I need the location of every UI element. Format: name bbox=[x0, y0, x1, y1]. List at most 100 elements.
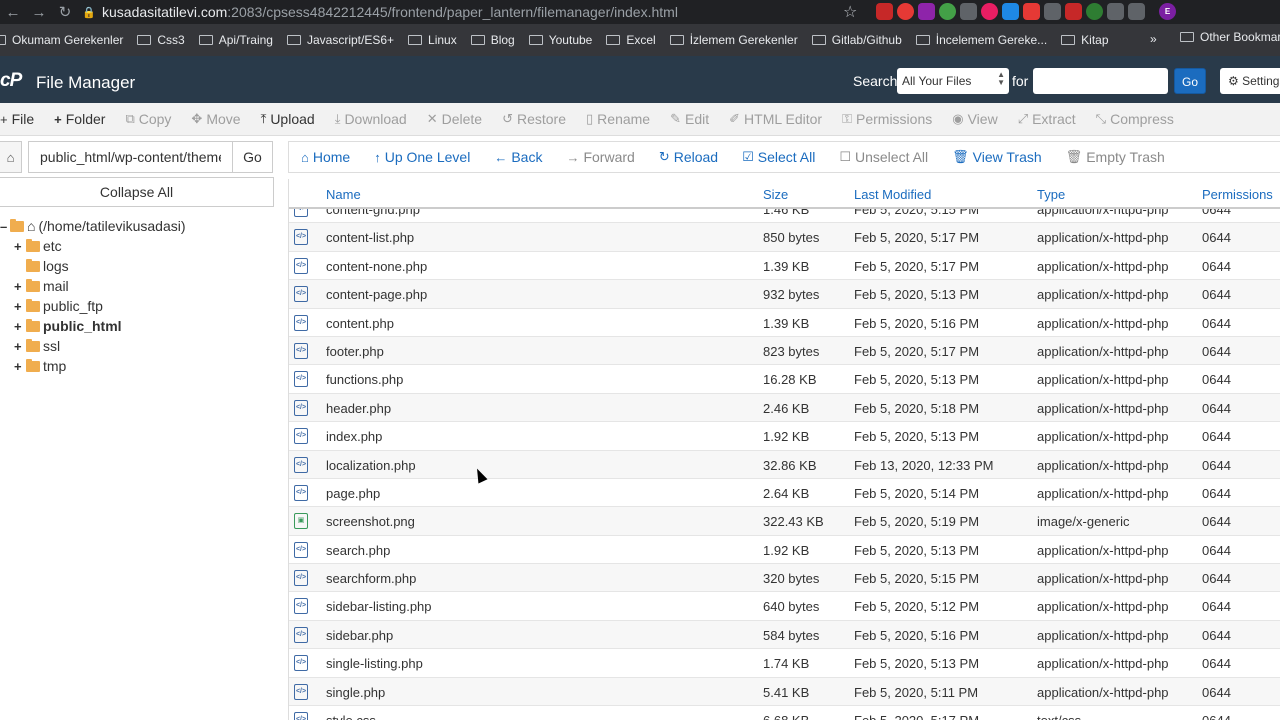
html-editor-button[interactable]: ✐ HTML Editor bbox=[729, 111, 822, 127]
table-row[interactable]: </> content.php 1.39 KB Feb 5, 2020, 5:16 P… bbox=[289, 309, 1280, 337]
edit-button[interactable]: ✎ Edit bbox=[670, 111, 709, 127]
collapse-all-button[interactable]: Collapse All bbox=[0, 177, 274, 207]
table-row[interactable]: ▣ screenshot.png 322.43 KB Feb 5, 2020, 5:1… bbox=[289, 507, 1280, 536]
tree-item-etc[interactable]: + etc bbox=[14, 236, 186, 256]
collapse-icon[interactable]: – bbox=[0, 219, 10, 234]
other-bookmarks-folder[interactable]: Other Bookmarks bbox=[1180, 30, 1280, 44]
extension-icon[interactable] bbox=[981, 3, 998, 20]
file-name[interactable]: search.php bbox=[326, 543, 390, 558]
bookmark-folder[interactable]: Gitlab/Github bbox=[811, 33, 902, 47]
file-name[interactable]: content-none.php bbox=[326, 259, 427, 274]
file-name[interactable]: content-page.php bbox=[326, 287, 427, 302]
file-name[interactable]: content-list.php bbox=[326, 230, 414, 245]
expand-icon[interactable]: + bbox=[14, 319, 26, 334]
rename-button[interactable]: ▯ Rename bbox=[586, 111, 650, 127]
permissions-button[interactable]: ⚿ Permissions bbox=[842, 111, 932, 127]
delete-button[interactable]: ✕ Delete bbox=[427, 111, 482, 127]
extension-icon[interactable] bbox=[1107, 3, 1124, 20]
address-field[interactable]: 🔒 kusadasitatilevi.com:2083/cpsess484221… bbox=[82, 0, 882, 24]
search-input[interactable] bbox=[1033, 68, 1168, 94]
table-row[interactable]: </> sidebar.php 584 bytes Feb 5, 2020, 5:16… bbox=[289, 620, 1280, 650]
table-row[interactable]: </> search.php 1.92 KB Feb 5, 2020, 5:13 PM… bbox=[289, 536, 1280, 565]
file-name[interactable]: single-listing.php bbox=[326, 656, 423, 671]
move-button[interactable]: ✥ Move bbox=[191, 111, 240, 127]
table-row[interactable]: </> index.php 1.92 KB Feb 5, 2020, 5:13 PM a… bbox=[289, 422, 1280, 451]
camera-icon[interactable] bbox=[960, 3, 977, 20]
back-button[interactable]: ← Back bbox=[494, 149, 542, 165]
extension-icon[interactable] bbox=[1002, 3, 1019, 20]
table-row[interactable]: </> searchform.php 320 bytes Feb 5, 2020, 5… bbox=[289, 564, 1280, 593]
file-name[interactable]: footer.php bbox=[326, 344, 384, 359]
bookmark-folder[interactable]: İzlemem Gerekenler bbox=[669, 33, 798, 47]
file-name[interactable]: sidebar.php bbox=[326, 628, 393, 643]
file-name[interactable]: style.css bbox=[326, 713, 376, 720]
path-go-button[interactable]: Go bbox=[233, 141, 273, 173]
compress-button[interactable]: ⤡ Compress bbox=[1096, 111, 1174, 127]
table-row[interactable]: </> content-list.php 850 bytes Feb 5, 2020,… bbox=[289, 223, 1280, 252]
bookmark-folder[interactable]: Okumam Gerekenler bbox=[0, 33, 123, 47]
expand-icon[interactable]: + bbox=[14, 239, 26, 254]
table-row[interactable]: </> content-page.php 932 bytes Feb 5, 2020,… bbox=[289, 280, 1280, 309]
tree-root[interactable]: – ⌂ (/home/tatilevikusadasi) bbox=[0, 216, 186, 236]
bookmark-folder[interactable]: Blog bbox=[470, 33, 515, 47]
search-go-button[interactable]: Go bbox=[1174, 68, 1206, 94]
tree-item-ssl[interactable]: + ssl bbox=[14, 336, 186, 356]
profile-avatar[interactable]: E bbox=[1159, 3, 1176, 20]
bookmark-folder[interactable]: Api/Traing bbox=[198, 33, 273, 47]
empty-trash-button[interactable]: 🗑 Empty Trash bbox=[1066, 149, 1165, 165]
file-name[interactable]: searchform.php bbox=[326, 571, 416, 586]
table-row[interactable]: </> localization.php 32.86 KB Feb 13, 2020,… bbox=[289, 450, 1280, 479]
home-button[interactable]: ⌂ Home bbox=[301, 149, 350, 165]
bookmark-folder[interactable]: İncelemem Gereke... bbox=[915, 33, 1047, 47]
file-name[interactable]: screenshot.png bbox=[326, 514, 415, 529]
tree-item-public-ftp[interactable]: + public_ftp bbox=[14, 296, 186, 316]
column-header-modified[interactable]: Last Modified bbox=[854, 187, 931, 202]
select-all-button[interactable]: ☑ Select All bbox=[742, 149, 815, 165]
table-row[interactable]: </> functions.php 16.28 KB Feb 5, 2020, 5:1… bbox=[289, 365, 1280, 394]
file-name[interactable]: page.php bbox=[326, 486, 380, 501]
tree-item-public-html[interactable]: + public_html bbox=[14, 316, 186, 336]
cpanel-logo[interactable]: cP bbox=[0, 70, 22, 92]
browser-back-icon[interactable]: ← bbox=[0, 4, 26, 21]
upload-button[interactable]: ⤒ Upload bbox=[261, 111, 315, 127]
download-button[interactable]: ⤓ Download bbox=[335, 111, 407, 127]
extension-icon[interactable] bbox=[1128, 3, 1145, 20]
view-trash-button[interactable]: 🗑 View Trash bbox=[952, 149, 1042, 165]
view-button[interactable]: ◉ View bbox=[952, 111, 997, 127]
file-name[interactable]: index.php bbox=[326, 429, 382, 444]
table-row[interactable]: </> header.php 2.46 KB Feb 5, 2020, 5:18 PM… bbox=[289, 393, 1280, 423]
column-header-permissions[interactable]: Permissions bbox=[1202, 187, 1273, 202]
browser-forward-icon[interactable]: → bbox=[26, 4, 52, 21]
tree-item-tmp[interactable]: + tmp bbox=[14, 356, 186, 376]
file-name[interactable]: sidebar-listing.php bbox=[326, 599, 432, 614]
extension-icon[interactable] bbox=[1065, 3, 1082, 20]
column-header-size[interactable]: Size bbox=[763, 187, 788, 202]
file-name[interactable]: functions.php bbox=[326, 372, 403, 387]
bookmark-folder[interactable]: Css3 bbox=[137, 33, 185, 47]
file-name[interactable]: localization.php bbox=[326, 458, 416, 473]
expand-icon[interactable]: + bbox=[14, 339, 26, 354]
column-header-type[interactable]: Type bbox=[1037, 187, 1065, 202]
unselect-all-button[interactable]: ☐ Unselect All bbox=[839, 149, 928, 165]
bookmarks-overflow-button[interactable]: » bbox=[1150, 32, 1157, 46]
extension-icon[interactable] bbox=[1044, 3, 1061, 20]
extract-button[interactable]: ⤢ Extract bbox=[1018, 111, 1076, 127]
tree-item-logs[interactable]: logs bbox=[14, 256, 186, 276]
bookmark-folder[interactable]: Youtube bbox=[528, 33, 592, 47]
home-icon[interactable]: ⌂ bbox=[0, 141, 22, 173]
file-name[interactable]: single.php bbox=[326, 685, 385, 700]
tree-item-mail[interactable]: + mail bbox=[14, 276, 186, 296]
bookmark-folder[interactable]: Javascript/ES6+ bbox=[286, 33, 394, 47]
expand-icon[interactable]: + bbox=[14, 299, 26, 314]
new-folder-button[interactable]: + Folder bbox=[54, 111, 105, 127]
extension-icon[interactable] bbox=[876, 3, 893, 20]
extension-icon[interactable] bbox=[1023, 3, 1040, 20]
reload-button[interactable]: ↻ Reload bbox=[659, 149, 718, 165]
table-row[interactable]: </> single-listing.php 1.74 KB Feb 5, 2020,… bbox=[289, 649, 1280, 678]
copy-button[interactable]: ⧉ Copy bbox=[125, 111, 171, 127]
path-input[interactable] bbox=[28, 141, 233, 173]
restore-button[interactable]: ↺ Restore bbox=[502, 111, 566, 127]
extension-icon[interactable] bbox=[918, 3, 935, 20]
bookmark-star-icon[interactable]: ☆ bbox=[843, 2, 857, 22]
expand-icon[interactable]: + bbox=[14, 279, 26, 294]
